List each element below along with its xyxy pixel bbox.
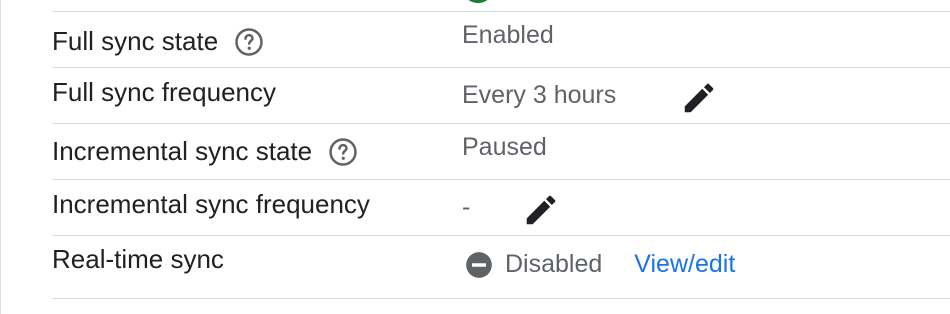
row-label: Full sync state [52, 26, 264, 57]
panel-left-border [0, 0, 1, 314]
full-sync-state-label: Full sync state [52, 26, 219, 56]
help-circle-icon[interactable] [328, 137, 358, 167]
pencil-edit-icon[interactable] [680, 79, 718, 117]
table-row: Full sync frequency Every 3 hours [52, 68, 950, 124]
table-row: Full sync state Enabled [52, 12, 950, 68]
table-row: Real-time sync Disabled View/edit [52, 236, 950, 299]
incremental-sync-frequency-value: - [462, 193, 471, 221]
incremental-sync-frequency-label: Incremental sync frequency [52, 189, 370, 219]
real-time-sync-label: Real-time sync [52, 244, 224, 274]
table-row: Incremental sync frequency - [52, 180, 950, 236]
full-sync-state-value: Enabled [462, 21, 554, 49]
full-sync-frequency-label: Full sync frequency [52, 77, 276, 107]
minus-circle-icon [465, 251, 493, 279]
real-time-sync-status: Disabled [505, 250, 603, 278]
view-edit-link[interactable]: View/edit [634, 250, 735, 279]
sync-settings-table: Full sync state Enabled Full sync freque… [52, 0, 950, 314]
help-circle-icon[interactable] [234, 27, 264, 57]
table-row-full-sync-state [52, 0, 950, 12]
incremental-sync-state-value: Paused [462, 133, 547, 161]
pencil-edit-icon[interactable] [522, 191, 560, 229]
table-row: Incremental sync state Paused [52, 124, 950, 180]
real-time-sync-value: Disabled View/edit [465, 250, 735, 279]
incremental-sync-state-label: Incremental sync state [52, 136, 313, 166]
row-label: Incremental sync state [52, 136, 358, 167]
full-sync-frequency-value: Every 3 hours [462, 81, 617, 109]
